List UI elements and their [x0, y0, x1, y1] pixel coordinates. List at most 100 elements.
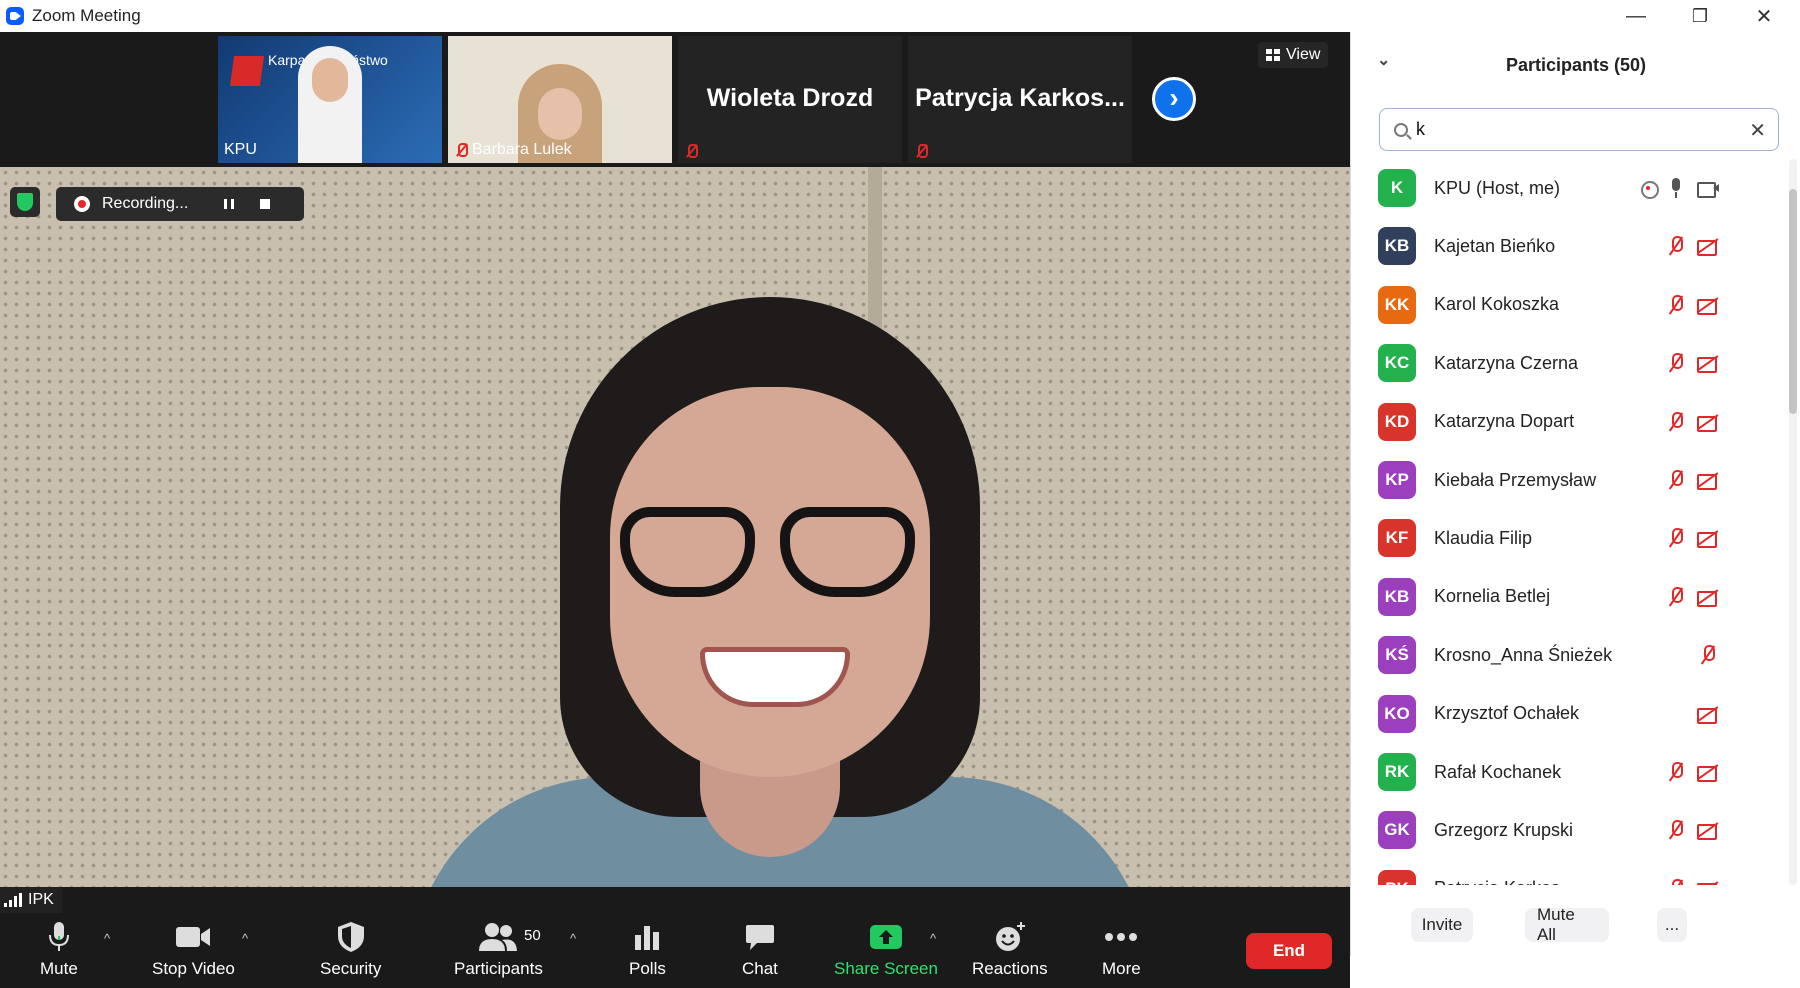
share-screen-button[interactable]: Share Screen	[834, 919, 938, 979]
share-screen-label: Share Screen	[834, 959, 938, 978]
view-label: View	[1286, 46, 1321, 63]
restore-button[interactable]: ❐	[1668, 0, 1732, 32]
microphone-muted-icon[interactable]	[1665, 294, 1687, 315]
mic-muted-icon	[454, 142, 468, 158]
next-page-button[interactable]: ›	[1152, 77, 1196, 121]
participant-name: Rafał Kochanek	[1434, 761, 1562, 782]
share-options-caret[interactable]: ^	[930, 931, 936, 946]
microphone-muted-icon[interactable]	[1665, 411, 1687, 432]
panel-footer: Invite Mute All ...	[1351, 900, 1800, 956]
participant-row[interactable]: RK Rafał Kochanek	[1351, 743, 1787, 801]
microphone-muted-icon[interactable]	[1665, 820, 1687, 840]
participant-row[interactable]: KC Katarzyna Czerna	[1351, 334, 1787, 392]
speaker-name-label: IPK	[0, 887, 62, 913]
microphone-muted-icon[interactable]	[1665, 586, 1687, 607]
video-off-icon	[1697, 412, 1719, 432]
minimize-button[interactable]: —	[1604, 0, 1668, 32]
participant-name: Klaudia Filip	[1434, 527, 1533, 548]
microphone-muted-icon[interactable]	[1665, 470, 1687, 490]
stop-recording-icon[interactable]	[260, 199, 270, 209]
thumb-wioleta[interactable]: Wioleta Drozd	[678, 36, 902, 163]
encryption-shield-button[interactable]	[10, 187, 40, 217]
clear-search-icon[interactable]: ✕	[1749, 118, 1766, 143]
glasses-icon	[780, 507, 915, 597]
participant-row[interactable]: PK Patrycja Karkos...	[1351, 860, 1787, 885]
thumb-barbara[interactable]: Barbara Lulek	[448, 36, 672, 163]
thumb-patrycja[interactable]: Patrycja Karkos...	[908, 36, 1132, 163]
avatar: KO	[1378, 694, 1416, 733]
microphone-muted-icon[interactable]	[1665, 878, 1687, 885]
participant-row[interactable]: KB Kornelia Betlej	[1351, 568, 1787, 626]
participant-row[interactable]: KF Klaudia Filip	[1351, 509, 1787, 567]
participant-list: K KPU (Host, me) KB Kajetan Bieńko KK Karol K…	[1351, 159, 1787, 885]
security-button[interactable]: Security	[320, 919, 381, 979]
end-meeting-button[interactable]: End	[1246, 933, 1332, 969]
microphone-muted-icon[interactable]	[1697, 645, 1719, 665]
participant-row[interactable]: GK Grzegorz Krupski	[1351, 801, 1787, 859]
mic-muted-icon	[684, 143, 698, 159]
invite-button[interactable]: Invite	[1411, 908, 1473, 942]
signal-icon	[4, 893, 22, 907]
meeting-area: Karpackie Państwowa Uczelnia w Krośnie K…	[0, 32, 1350, 988]
scrollbar-thumb[interactable]	[1789, 189, 1797, 414]
participant-row[interactable]: K KPU (Host, me)	[1351, 159, 1787, 217]
polls-label: Polls	[629, 959, 666, 978]
participant-row[interactable]: KD Katarzyna Dopart	[1351, 393, 1787, 451]
avatar: KC	[1378, 344, 1416, 383]
participants-panel: ⌄ Participants (50) k ✕ K KPU (Host, me) K…	[1350, 32, 1800, 956]
pause-recording-icon[interactable]	[224, 199, 234, 209]
participants-button[interactable]: 50 Participants	[454, 919, 543, 979]
microphone-icon[interactable]	[1665, 178, 1687, 198]
panel-title: Participants (50)	[1505, 54, 1647, 75]
grid-icon	[1266, 49, 1280, 61]
video-off-icon	[1697, 528, 1719, 549]
audio-options-caret[interactable]: ^	[104, 931, 110, 946]
video-options-caret[interactable]: ^	[242, 931, 248, 946]
avatar: KK	[1378, 285, 1416, 324]
avatar: KP	[1378, 461, 1416, 499]
participant-row[interactable]: KB Kajetan Bieńko	[1351, 217, 1787, 275]
title-bar: Zoom Meeting — ❐ ✕	[0, 0, 1800, 32]
record-icon	[74, 196, 90, 212]
video-off-icon	[1697, 353, 1719, 374]
shield-icon	[17, 193, 33, 211]
participant-row[interactable]: KO Krzysztof Ochałek	[1351, 685, 1787, 743]
reactions-button[interactable]: Reactions	[972, 919, 1048, 979]
participant-search-input[interactable]: k ✕	[1379, 108, 1779, 151]
view-button[interactable]: View	[1258, 42, 1329, 68]
polls-button[interactable]: Polls	[629, 919, 666, 979]
panel-more-button[interactable]: ...	[1657, 908, 1687, 942]
participants-options-caret[interactable]: ^	[570, 931, 576, 946]
more-label: More	[1102, 959, 1141, 978]
chat-button[interactable]: Chat	[742, 919, 778, 979]
microphone-muted-icon[interactable]	[1665, 236, 1687, 256]
reactions-label: Reactions	[972, 959, 1048, 978]
more-dots-icon	[1104, 919, 1138, 955]
participant-row[interactable]: KP Kiebała Przemysław	[1351, 451, 1787, 509]
meeting-toolbar: Mute ^ Stop Video ^ Security 50 Particip…	[0, 913, 1350, 988]
more-button[interactable]: More	[1102, 919, 1141, 979]
participant-row[interactable]: KŚ Krosno_Anna Śnieżek	[1351, 626, 1787, 684]
participant-row[interactable]: KK Karol Kokoszka	[1351, 276, 1787, 334]
microphone-muted-icon[interactable]	[1665, 762, 1687, 782]
video-off-icon	[1697, 704, 1719, 724]
mute-label: Mute	[40, 959, 78, 978]
kpu-logo-icon	[229, 56, 265, 86]
stop-video-button[interactable]: Stop Video	[152, 919, 235, 979]
video-off-icon	[1697, 236, 1719, 257]
participant-name: Katarzyna Czerna	[1434, 352, 1579, 373]
participant-list-scrollbar[interactable]	[1789, 159, 1797, 885]
chat-label: Chat	[742, 959, 778, 978]
microphone-muted-icon[interactable]	[1665, 528, 1687, 548]
search-value: k	[1416, 119, 1425, 139]
close-button[interactable]: ✕	[1732, 0, 1796, 32]
chevron-down-icon[interactable]: ⌄	[1377, 50, 1390, 70]
thumb-name: KPU	[224, 141, 257, 158]
avatar: KD	[1378, 402, 1416, 441]
stop-video-label: Stop Video	[152, 959, 235, 978]
participant-name: Katarzyna Dopart	[1434, 411, 1575, 432]
microphone-muted-icon[interactable]	[1665, 353, 1687, 373]
thumb-kpu[interactable]: Karpackie Państwowa Uczelnia w Krośnie K…	[218, 36, 442, 163]
mute-all-button[interactable]: Mute All	[1525, 905, 1609, 944]
mute-button[interactable]: Mute	[40, 919, 78, 979]
